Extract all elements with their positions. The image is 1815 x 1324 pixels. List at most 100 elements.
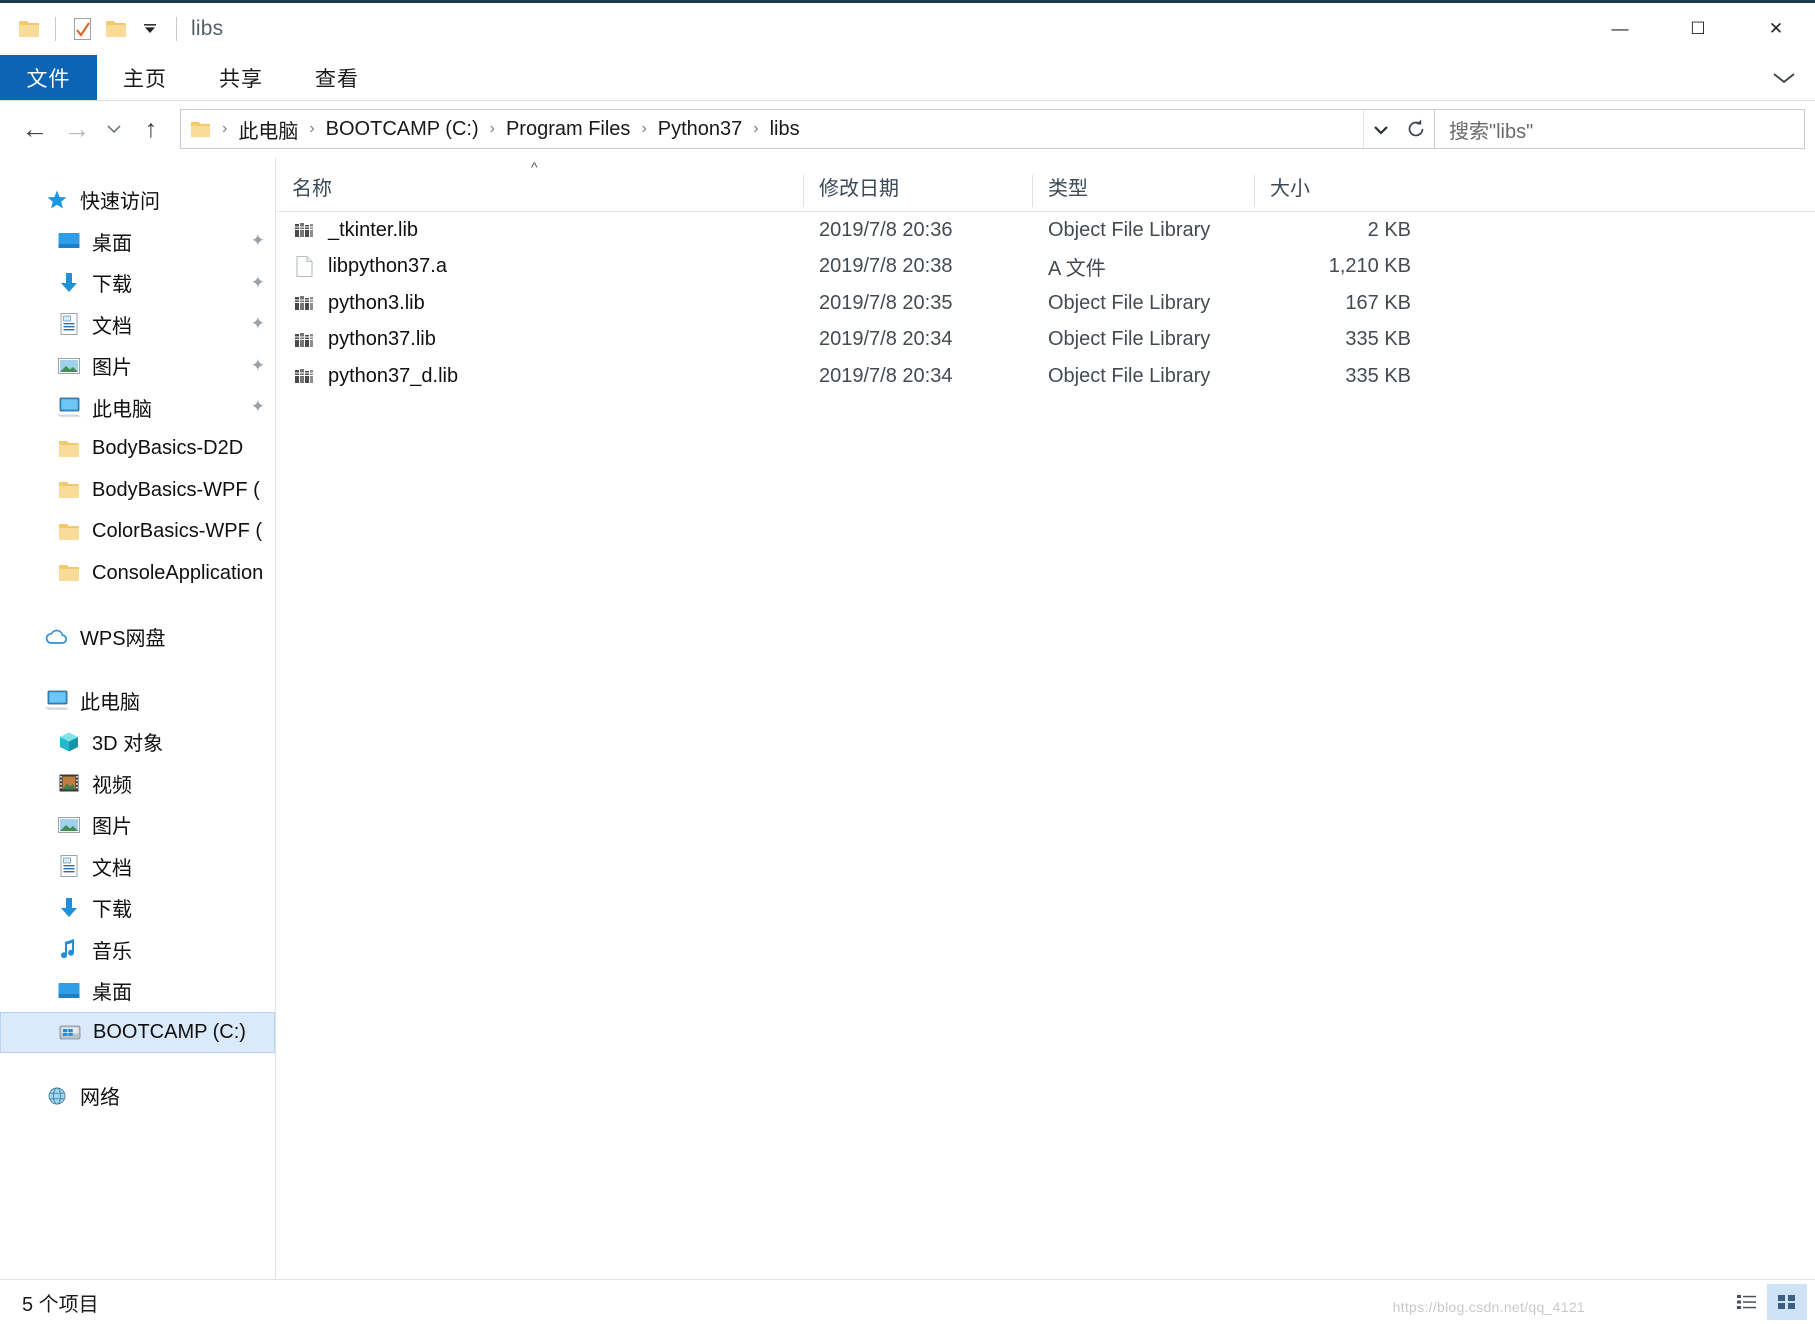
- sidebar-item-bootcamp-c[interactable]: BOOTCAMP (C:): [0, 1011, 275, 1053]
- sidebar-item-downloads[interactable]: 下载 ✦: [0, 262, 275, 304]
- breadcrumb-separator[interactable]: ›: [632, 120, 655, 138]
- minimize-button[interactable]: —: [1581, 3, 1659, 55]
- breadcrumb-item-python37[interactable]: Python37: [656, 118, 745, 141]
- sidebar-item-label: 音乐: [92, 940, 132, 963]
- file-name: python37.lib: [328, 328, 436, 351]
- sidebar-item-wps-cloud[interactable]: WPS网盘: [0, 616, 275, 658]
- customize-qat-chevron-icon[interactable]: [133, 12, 167, 46]
- arrow-right-icon[interactable]: →: [56, 108, 98, 150]
- this-pc-icon: [56, 394, 82, 420]
- folder-icon[interactable]: [12, 12, 46, 46]
- sidebar-item-this-pc-root[interactable]: 此电脑: [0, 680, 275, 722]
- file-name-cell[interactable]: python3.lib: [276, 291, 803, 315]
- file-date-cell: 2019/7/8 20:34: [819, 364, 953, 387]
- sidebar-item-downloads-pc[interactable]: 下载: [0, 887, 275, 929]
- chevron-down-icon[interactable]: [1363, 110, 1398, 148]
- breadcrumb-separator[interactable]: ›: [213, 120, 236, 138]
- chevron-down-icon[interactable]: [98, 108, 130, 150]
- this-pc-icon: [44, 687, 70, 713]
- sidebar-item-pictures[interactable]: 图片 ✦: [0, 345, 275, 387]
- arrow-left-icon[interactable]: ←: [14, 108, 56, 150]
- breadcrumb-item-libs[interactable]: libs: [768, 118, 802, 141]
- column-header-size[interactable]: 大小: [1254, 169, 1429, 211]
- sidebar-item-desktop[interactable]: 桌面 ✦: [0, 221, 275, 263]
- item-count-label: 5 个项目: [22, 1293, 99, 1316]
- table-row[interactable]: _tkinter.lib 2019/7/8 20:36 Object File …: [276, 212, 1815, 249]
- sidebar-item-this-pc[interactable]: 此电脑 ✦: [0, 387, 275, 429]
- breadcrumb-item-program-files[interactable]: Program Files: [504, 118, 632, 141]
- sidebar-item-videos[interactable]: 视频: [0, 763, 275, 805]
- sidebar-item-desktop-pc[interactable]: 桌面: [0, 970, 275, 1012]
- column-header-date-modified[interactable]: 修改日期: [803, 169, 1032, 211]
- sidebar-item-network[interactable]: 网络: [0, 1075, 275, 1117]
- breadcrumb[interactable]: › 此电脑 › BOOTCAMP (C:) › Program Files › …: [180, 109, 1435, 149]
- sidebar-item-quick-access[interactable]: 快速访问: [0, 179, 275, 221]
- sidebar-item-colorbasics-wpf[interactable]: ColorBasics-WPF (: [0, 511, 275, 553]
- network-icon: [44, 1083, 70, 1109]
- table-row[interactable]: python3.lib 2019/7/8 20:35 Object File L…: [276, 285, 1815, 322]
- sidebar-item-bodybasics-wpf[interactable]: BodyBasics-WPF (: [0, 470, 275, 512]
- table-row[interactable]: python37.lib 2019/7/8 20:34 Object File …: [276, 322, 1815, 359]
- breadcrumb-item-bootcamp[interactable]: BOOTCAMP (C:): [324, 118, 481, 141]
- ribbon-tabs: 文件 主页 共享 查看: [0, 55, 1815, 101]
- tab-share[interactable]: 共享: [193, 55, 289, 100]
- new-folder-icon[interactable]: [99, 12, 133, 46]
- file-name-cell[interactable]: libpython37.a: [276, 255, 803, 279]
- breadcrumb-item-this-pc[interactable]: 此电脑: [236, 115, 300, 144]
- search-placeholder: 搜索"libs": [1449, 120, 1534, 143]
- breadcrumb-separator[interactable]: ›: [481, 120, 504, 138]
- pin-icon[interactable]: ✦: [251, 273, 265, 293]
- chevron-down-icon[interactable]: [1771, 55, 1797, 100]
- folder-icon: [56, 560, 82, 586]
- arrow-up-icon[interactable]: ↑: [130, 108, 172, 150]
- sidebar-item-label: 此电脑: [80, 691, 140, 714]
- lib-file-icon: [292, 328, 316, 352]
- file-list-pane: ^ 名称 修改日期 类型 大小 _tkinter.lib 2019/7/8 20…: [276, 157, 1815, 1279]
- file-name-cell[interactable]: python37_d.lib: [276, 364, 803, 388]
- sidebar-item-music[interactable]: 音乐: [0, 929, 275, 971]
- large-icons-view-button[interactable]: [1767, 1284, 1807, 1320]
- drive-icon: [57, 1019, 83, 1045]
- breadcrumb-separator[interactable]: ›: [300, 120, 323, 138]
- sidebar-item-pictures-pc[interactable]: 图片: [0, 804, 275, 846]
- close-button[interactable]: ✕: [1737, 3, 1815, 55]
- pin-icon[interactable]: ✦: [251, 356, 265, 376]
- properties-icon[interactable]: [65, 12, 99, 46]
- pin-icon[interactable]: ✦: [251, 397, 265, 417]
- breadcrumb-separator[interactable]: ›: [744, 120, 767, 138]
- sidebar-item-3d-objects[interactable]: 3D 对象: [0, 721, 275, 763]
- column-header-name[interactable]: 名称: [276, 169, 803, 211]
- window-controls: — ☐ ✕: [1581, 3, 1815, 55]
- file-name-cell[interactable]: python37.lib: [276, 328, 803, 352]
- sidebar-item-label: 文档: [92, 315, 132, 338]
- refresh-icon[interactable]: [1398, 110, 1434, 148]
- sidebar-item-label: ConsoleApplication: [92, 561, 264, 584]
- column-header-type[interactable]: 类型: [1032, 169, 1254, 211]
- file-type-cell: A 文件: [1048, 258, 1106, 281]
- sidebar-item-bodybasics-d2d[interactable]: BodyBasics-D2D: [0, 428, 275, 470]
- maximize-button[interactable]: ☐: [1659, 3, 1737, 55]
- pin-icon[interactable]: ✦: [251, 231, 265, 251]
- watermark-text: https://blog.csdn.net/qq_4121: [1392, 1299, 1585, 1315]
- tab-view[interactable]: 查看: [289, 55, 385, 100]
- file-date-cell: 2019/7/8 20:36: [819, 218, 953, 241]
- generic-file-icon: [292, 255, 316, 279]
- sidebar-item-documents-pc[interactable]: 文档: [0, 846, 275, 888]
- sidebar-item-label: BodyBasics-D2D: [92, 437, 244, 460]
- pictures-icon: [56, 812, 82, 838]
- file-name-cell[interactable]: _tkinter.lib: [276, 218, 803, 242]
- tab-home[interactable]: 主页: [97, 55, 193, 100]
- table-row[interactable]: libpython37.a 2019/7/8 20:38 A 文件 1,210 …: [276, 249, 1815, 286]
- sidebar-item-documents[interactable]: 文档 ✦: [0, 304, 275, 346]
- file-date-cell: 2019/7/8 20:35: [819, 291, 953, 314]
- file-type-cell: Object File Library: [1048, 291, 1211, 314]
- details-view-button[interactable]: [1727, 1284, 1767, 1320]
- quick-access-toolbar: libs: [0, 12, 223, 46]
- file-type-cell: Object File Library: [1048, 328, 1211, 351]
- table-row[interactable]: python37_d.lib 2019/7/8 20:34 Object Fil…: [276, 358, 1815, 395]
- pin-icon[interactable]: ✦: [251, 314, 265, 334]
- sidebar-item-consoleapplication[interactable]: ConsoleApplication: [0, 553, 275, 595]
- search-input[interactable]: 搜索"libs": [1435, 109, 1805, 149]
- tab-file[interactable]: 文件: [0, 55, 97, 100]
